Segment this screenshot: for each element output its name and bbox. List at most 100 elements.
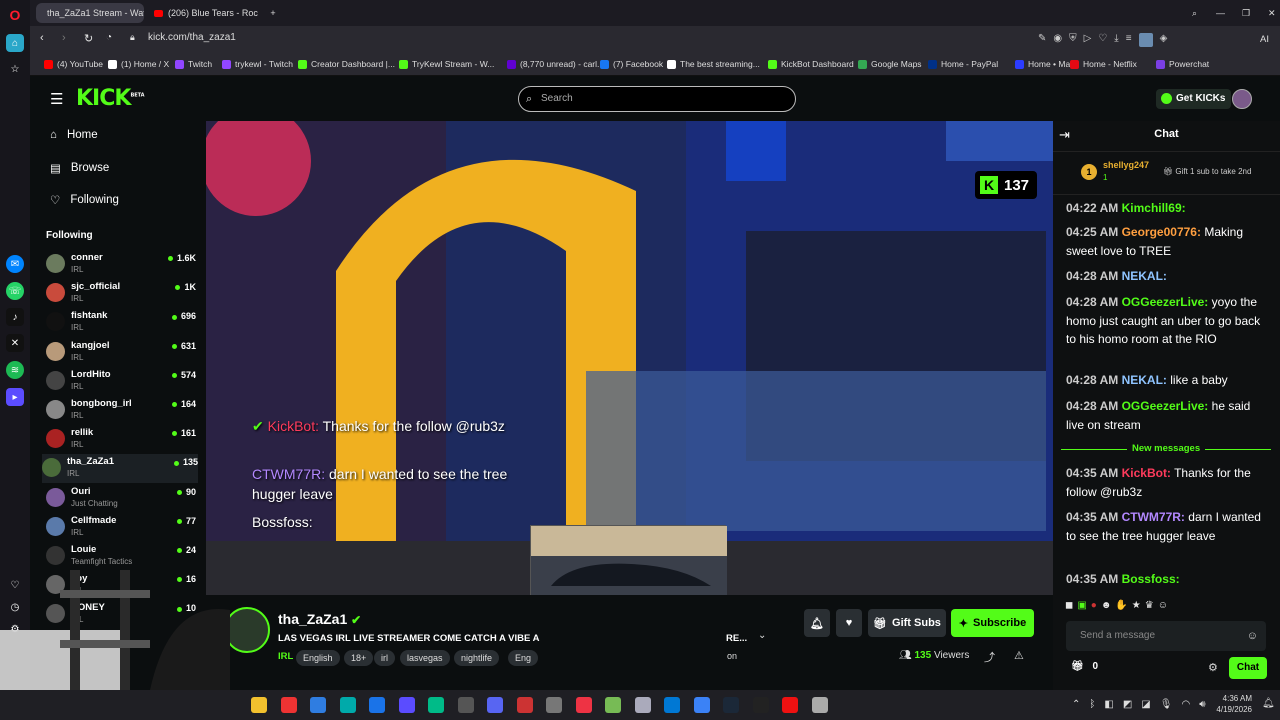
chat-username[interactable]: Bossfoss: — [1122, 572, 1180, 586]
chat-username[interactable]: NEKAL: — [1122, 373, 1167, 387]
avatar[interactable] — [1232, 89, 1252, 109]
bookmark-item[interactable]: Home - PayPal — [928, 59, 998, 69]
following-channel[interactable]: conner IRL 1.6K — [46, 250, 196, 279]
nav-browse[interactable]: ▤ Browse — [50, 161, 109, 175]
emote-icon[interactable]: ◼ — [1065, 600, 1073, 616]
edge-icon[interactable] — [339, 697, 356, 713]
emote-icon[interactable]: ● — [1091, 600, 1097, 616]
tab-active[interactable]: tha_ZaZa1 Stream - Watc — [36, 3, 144, 23]
file-explorer-icon[interactable] — [251, 697, 267, 713]
edit-icon[interactable]: ✎ — [1038, 33, 1046, 47]
tab-search-icon[interactable]: ⌕ — [1186, 3, 1203, 23]
bluetooth-icon[interactable]: ᛒ — [1089, 699, 1095, 710]
app-icon[interactable] — [280, 697, 297, 713]
notification-bell-button[interactable]: 🔔︎ — [804, 609, 830, 637]
chat-username[interactable]: OGGeezerLive: — [1122, 295, 1209, 309]
chat-username[interactable]: George00776: — [1122, 225, 1201, 239]
volume-icon[interactable]: 🔊︎ — [1199, 699, 1205, 710]
back-icon[interactable]: ‹ — [40, 32, 44, 44]
bookmark-item[interactable]: Google Maps — [858, 59, 922, 69]
app-icon[interactable] — [664, 697, 680, 713]
emote-icon[interactable]: ☻ — [1101, 600, 1112, 616]
notifications-icon[interactable]: 🔔︎ — [1262, 698, 1275, 709]
share-icon[interactable]: ⤴ — [984, 649, 995, 665]
tag-pill[interactable]: 18+ — [344, 650, 374, 666]
send-chat-button[interactable]: Chat — [1229, 657, 1267, 679]
kick-logo[interactable]: KICKBETA — [76, 86, 145, 111]
video-player[interactable]: K 137 ✔ KickBot: Thanks for the follow @… — [206, 121, 1053, 595]
emote-icon[interactable]: ♛ — [1145, 600, 1154, 616]
following-channel[interactable]: tha_ZaZa1 IRL 135 — [42, 454, 198, 484]
leaderboard-user[interactable]: shellyg247 — [1103, 160, 1149, 170]
app-icon[interactable] — [457, 697, 474, 713]
minimize-icon[interactable]: — — [1210, 3, 1231, 23]
bookmark-item[interactable]: Twitch — [175, 59, 212, 69]
app-icon[interactable] — [693, 697, 710, 713]
bookmark-item[interactable]: Creator Dashboard |... — [298, 59, 395, 69]
chat-input[interactable]: Send a message ☺ — [1066, 621, 1266, 651]
easy-setup-icon[interactable]: ◔ — [106, 32, 112, 43]
bookmark-item[interactable]: Home • Max — [1015, 59, 1074, 69]
channel-avatar[interactable] — [224, 607, 270, 653]
player-icon[interactable]: ▸ — [6, 388, 24, 406]
app-icon[interactable] — [575, 697, 592, 713]
play-icon[interactable]: ▷ — [1084, 33, 1092, 47]
tag-pill[interactable]: lasvegas — [400, 650, 450, 666]
emote-icon[interactable]: ★ — [1132, 600, 1141, 616]
tag-pill[interactable]: English — [296, 650, 340, 666]
following-channel[interactable]: kangjoel IRL 631 — [46, 338, 196, 367]
bookmark-item[interactable]: (8,770 unread) - carl... — [507, 59, 604, 69]
channel-name[interactable]: tha_ZaZa1 ✔ — [278, 611, 361, 627]
app-icon[interactable] — [428, 697, 444, 713]
app-icon[interactable] — [310, 697, 326, 713]
tag-pill[interactable]: nightlife — [454, 650, 500, 666]
tiktok-icon[interactable]: ♪ — [6, 308, 24, 326]
maximize-icon[interactable]: ❐ — [1236, 3, 1256, 23]
gift-prompt[interactable]: 🎁︎ Gift 1 sub to take 2nd — [1163, 167, 1251, 176]
ai-button[interactable]: AI — [1260, 34, 1269, 45]
camera-icon[interactable]: ◉ — [1053, 33, 1062, 47]
messenger-icon[interactable]: ✉ — [6, 255, 24, 273]
bookmark-item[interactable]: (7) Facebook — [600, 59, 663, 69]
star-icon[interactable]: ☆ — [6, 60, 24, 78]
wifi-icon[interactable]: ◠ — [1181, 699, 1190, 710]
bookmark-item[interactable]: Powerchat — [1156, 59, 1209, 69]
discord-icon[interactable] — [487, 697, 503, 713]
chat-username[interactable]: NEKAL: — [1122, 269, 1167, 283]
follow-heart-button[interactable]: ♥ — [836, 609, 862, 637]
download-icon[interactable]: ⤓ — [1114, 33, 1118, 47]
menu-icon[interactable]: ≡ — [1126, 33, 1132, 47]
whatsapp-icon[interactable]: ☏ — [6, 282, 24, 300]
chat-username[interactable]: KickBot: — [1122, 466, 1171, 480]
new-messages-divider[interactable]: New messages — [1061, 443, 1271, 457]
chevron-down-icon[interactable]: ⌄ — [758, 630, 766, 641]
shield-icon[interactable]: ⛨ — [1069, 33, 1077, 47]
profile-icon[interactable] — [1138, 33, 1153, 47]
opera-icon[interactable] — [782, 697, 798, 713]
get-kicks-button[interactable]: Get KICKs — [1156, 89, 1232, 109]
home-icon[interactable]: ⌂ — [6, 34, 24, 52]
bookmark-item[interactable]: TryKewl Stream - W... — [399, 59, 494, 69]
following-channel[interactable]: rellik IRL 161 — [46, 425, 196, 454]
bookmark-item[interactable]: KickBot Dashboard — [768, 59, 854, 69]
channel-points[interactable]: 🎁︎ 0 — [1071, 661, 1098, 672]
steam-icon[interactable] — [723, 697, 739, 713]
tray-app-icon[interactable]: ◧ — [1104, 699, 1113, 710]
bookmark-item[interactable]: (4) YouTube — [44, 59, 103, 69]
app-icon[interactable] — [516, 697, 533, 713]
heart-icon[interactable]: ♡ — [1098, 33, 1107, 47]
chat-settings-icon[interactable]: ⚙ — [1208, 661, 1218, 674]
app-icon[interactable] — [811, 697, 828, 713]
forward-icon[interactable]: › — [62, 32, 66, 44]
bookmark-item[interactable]: The best streaming... — [667, 59, 760, 69]
category-link[interactable]: IRL — [278, 651, 293, 662]
following-channel[interactable]: Ouri Just Chatting 90 — [46, 484, 196, 513]
opera-logo-icon[interactable]: O — [6, 6, 24, 24]
search-input[interactable]: ⌕ Search — [518, 86, 796, 112]
app-icon[interactable] — [398, 697, 415, 713]
microphone-icon[interactable]: 🎙︎ — [1160, 699, 1173, 710]
tag-pill[interactable]: Eng — [508, 650, 539, 666]
emote-icon[interactable]: ☺ — [1158, 600, 1168, 616]
emote-icon[interactable]: ✋ — [1115, 600, 1127, 616]
url-field[interactable]: kick.com/tha_zaza1 — [148, 32, 236, 43]
